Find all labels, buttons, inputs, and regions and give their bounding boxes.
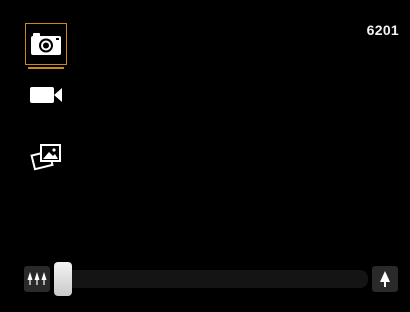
zoom-in-button[interactable] (372, 266, 398, 292)
zoom-control (24, 262, 398, 296)
zoom-out-button[interactable] (24, 266, 50, 292)
selected-mode-indicator (28, 67, 64, 69)
camera-mode-button[interactable] (25, 23, 67, 69)
camera-icon (31, 33, 61, 55)
video-camera-icon (30, 87, 62, 103)
tree-icon (380, 271, 390, 287)
photo-gallery-icon (30, 144, 61, 171)
trees-icon (27, 272, 47, 285)
remaining-shots-counter: 6201 (366, 22, 399, 38)
zoom-slider-track[interactable] (54, 270, 368, 288)
gallery-mode-button[interactable] (25, 135, 67, 177)
zoom-slider-thumb[interactable] (54, 262, 72, 296)
video-mode-button[interactable] (25, 74, 67, 116)
